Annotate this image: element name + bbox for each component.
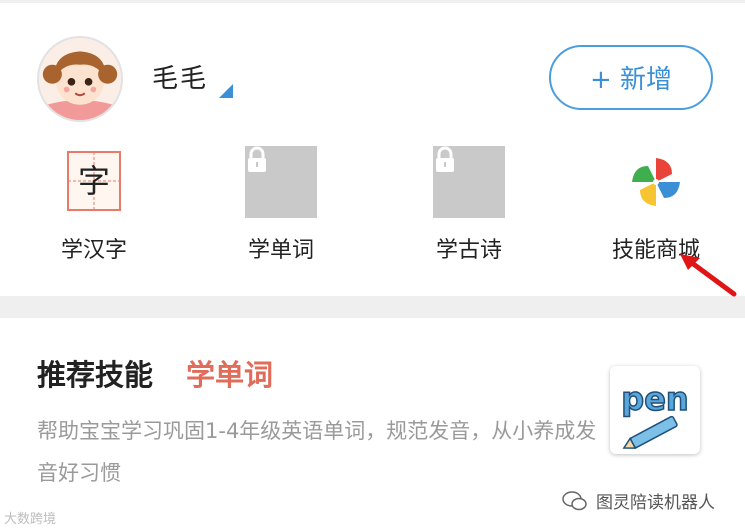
profile-name[interactable]: 毛毛 [152, 58, 208, 95]
watermark-left-text: 大数跨境 [4, 512, 57, 527]
hanzi-card-icon: 字 [67, 151, 121, 211]
watermark-right: 图灵陪读机器人 [562, 488, 715, 513]
lock-icon [245, 146, 317, 218]
profile-dropdown-icon[interactable] [219, 84, 233, 98]
pen-word: pen [621, 380, 688, 418]
watermark-right-text: 图灵陪读机器人 [596, 493, 715, 513]
hanzi-char: 字 [78, 162, 110, 200]
lock-icon [433, 146, 505, 218]
arrow-annotation-icon [680, 254, 737, 297]
add-button-label: + 新增 [589, 65, 673, 95]
avatar[interactable] [37, 36, 123, 122]
skill-learn-words[interactable]: 学单词 [216, 146, 346, 271]
pen-thumbnail[interactable]: pen [610, 366, 700, 454]
skill-learn-poems[interactable]: 学古诗 [404, 146, 534, 271]
recommend-title: 推荐技能 [37, 358, 154, 392]
pen-image-icon: pen [621, 379, 689, 449]
recommend-description: 帮助宝宝学习巩固1-4年级英语单词，规范发音，从小养成发音好习惯 [37, 419, 597, 485]
watermark-left: 大数跨境 [4, 508, 56, 527]
recommend-skill-name[interactable]: 学单词 [186, 352, 273, 394]
skill-label: 学汉字 [60, 238, 127, 263]
add-profile-button[interactable]: + 新增 [549, 45, 713, 110]
girl-avatar-icon [39, 38, 121, 120]
skill-learn-hanzi[interactable]: 字 学汉字 [29, 146, 159, 271]
pinwheel-icon [632, 158, 680, 206]
skill-label: 学单词 [247, 238, 314, 263]
skill-label: 学古诗 [435, 238, 502, 263]
wechat-icon [562, 490, 587, 510]
